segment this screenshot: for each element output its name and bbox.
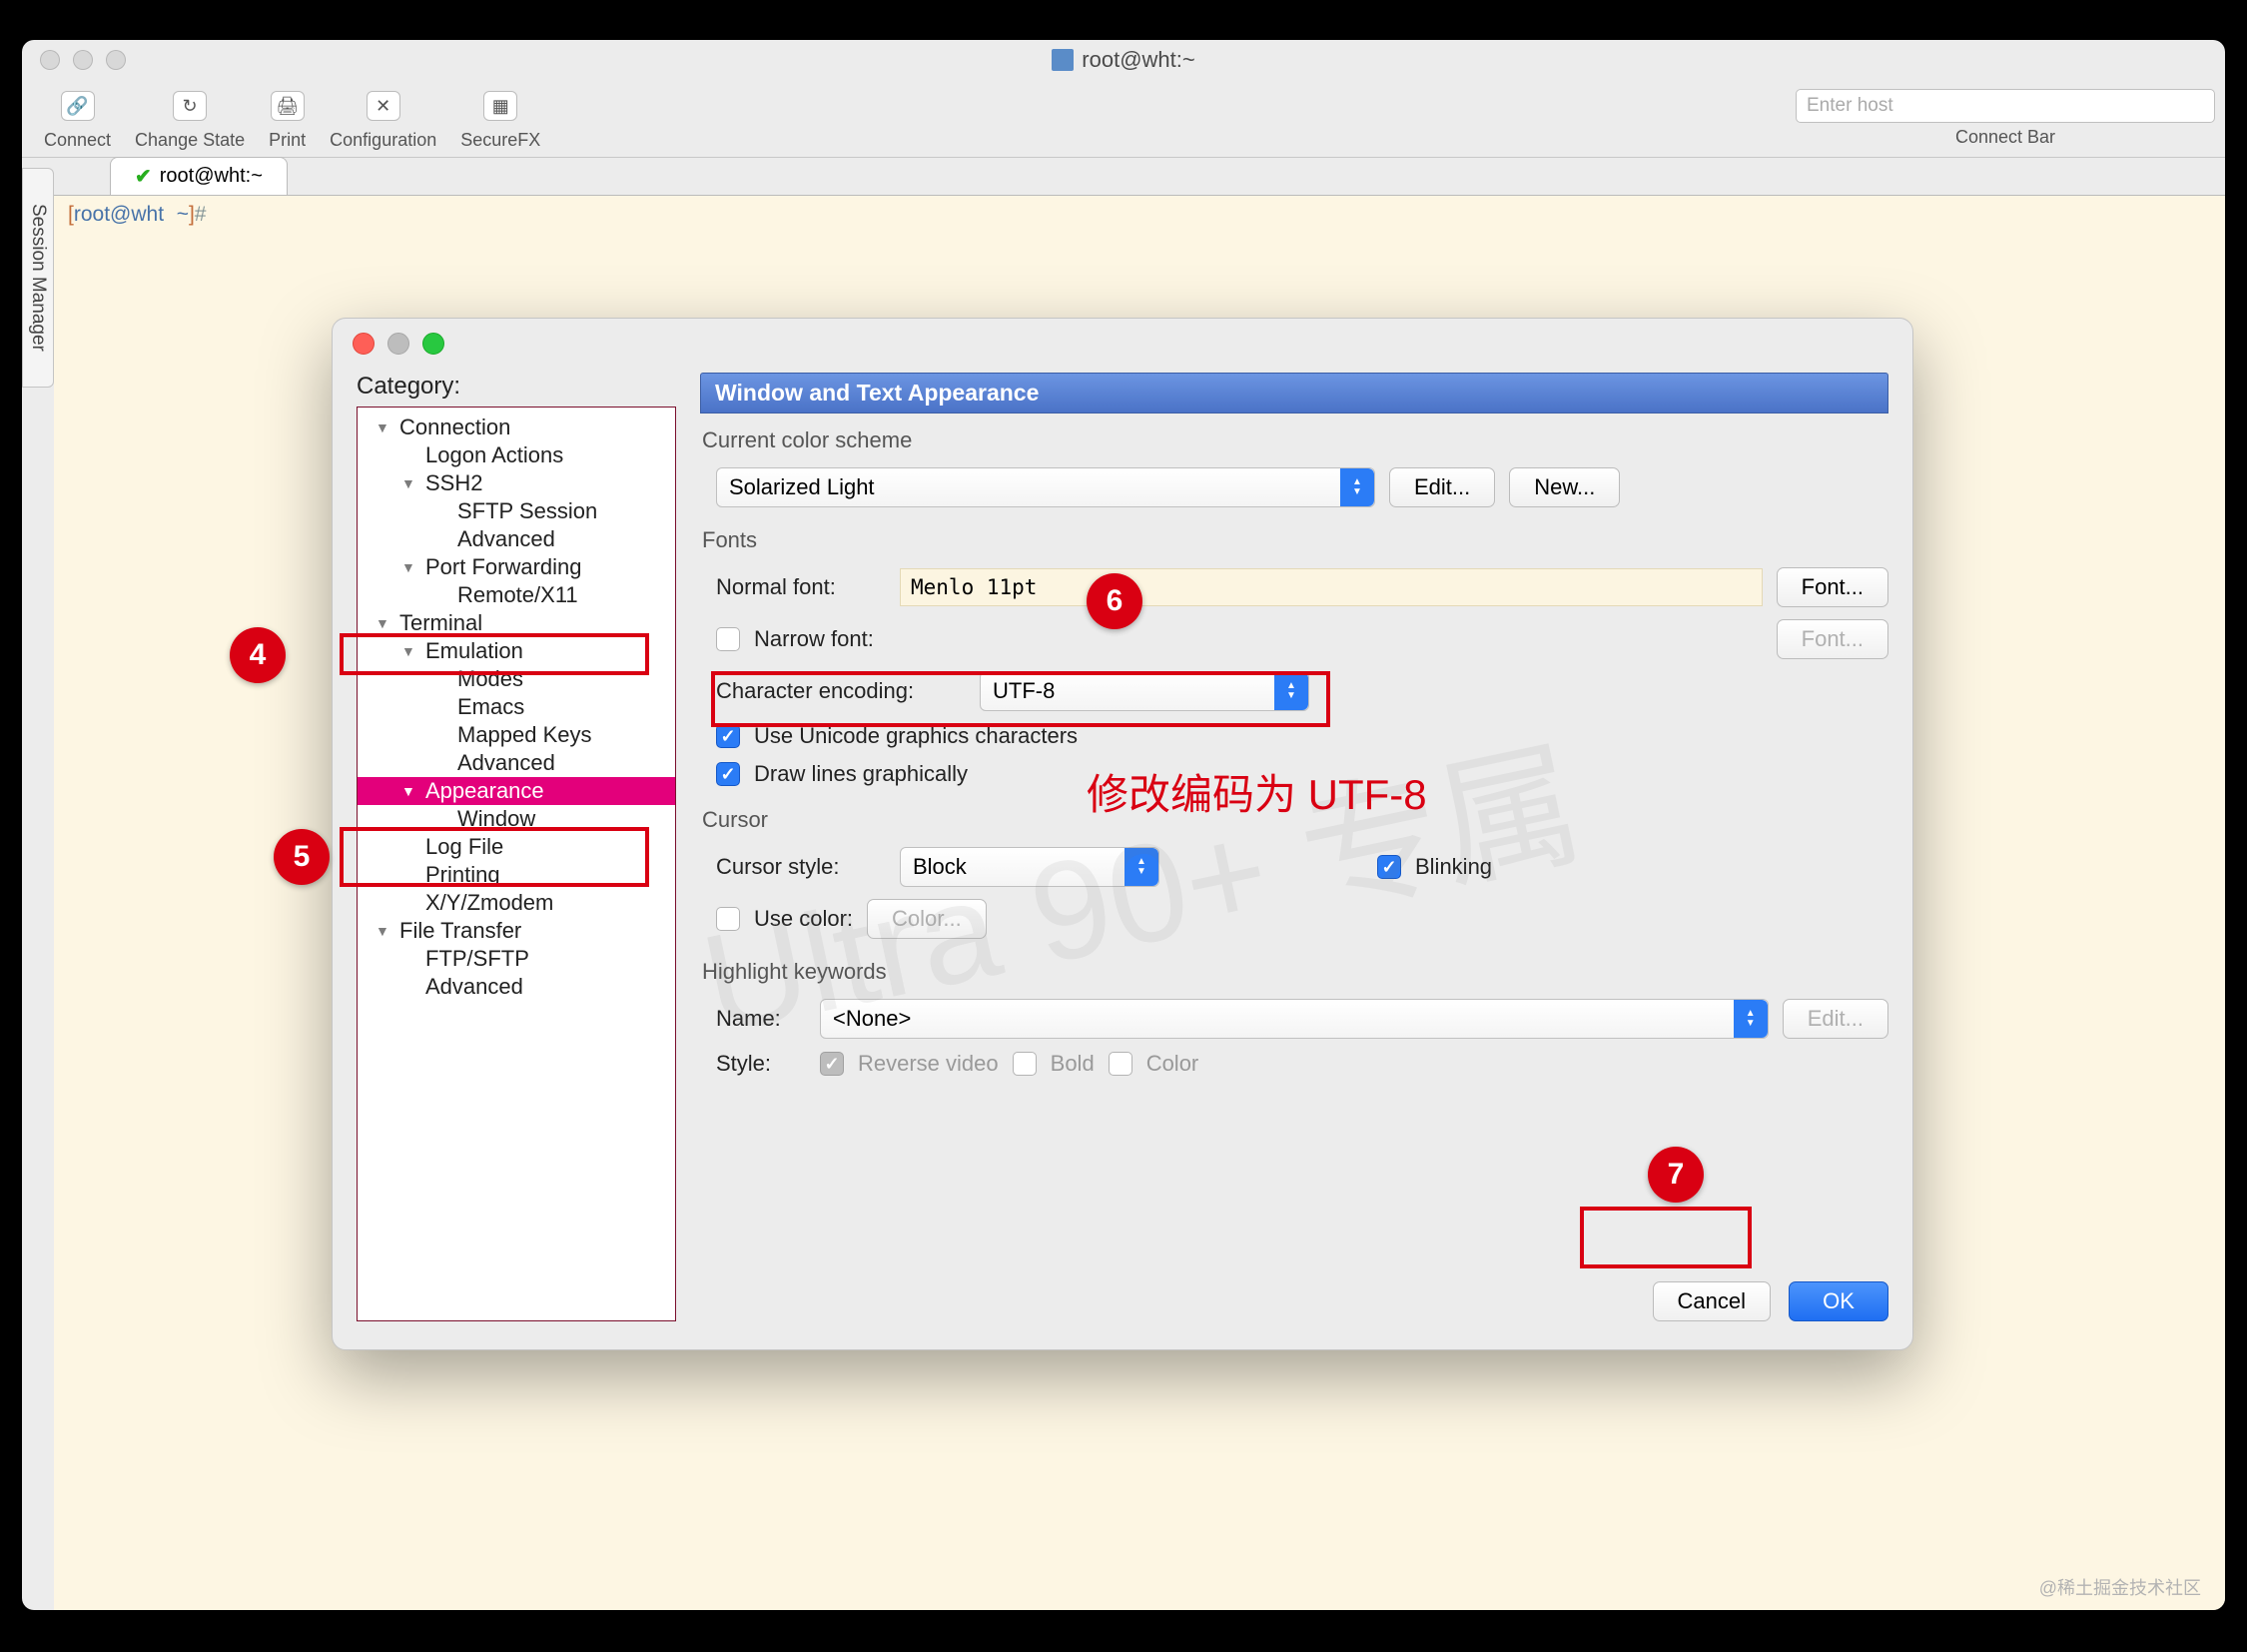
tree-emacs[interactable]: Emacs — [358, 693, 675, 721]
hl-style-label: Style: — [716, 1051, 806, 1077]
highlight-name-select[interactable]: <None> — [820, 999, 1769, 1039]
red-box-ok — [1580, 1207, 1752, 1268]
tree-sftp-session[interactable]: SFTP Session — [358, 497, 675, 525]
bold-checkbox — [1013, 1052, 1037, 1076]
use-color-label: Use color: — [754, 906, 853, 932]
cursor-style-select[interactable]: Block — [900, 847, 1159, 887]
tree-mapped-keys[interactable]: Mapped Keys — [358, 721, 675, 749]
connect-bar: Enter host Connect Bar — [1796, 89, 2215, 148]
tree-advanced-2[interactable]: Advanced — [358, 749, 675, 777]
reverse-video-checkbox — [820, 1052, 844, 1076]
host-input[interactable]: Enter host — [1796, 89, 2215, 123]
red-box-encoding — [711, 671, 1330, 727]
tree-logon-actions[interactable]: Logon Actions — [358, 441, 675, 469]
securefx-icon: ▦ — [483, 91, 517, 121]
tools-icon: ✕ — [367, 91, 400, 121]
window-title: root@wht:~ — [22, 47, 2225, 73]
check-icon: ✔ — [135, 164, 152, 189]
settings-right-pane: Window and Text Appearance Current color… — [676, 373, 1888, 1321]
main-titlebar: root@wht:~ — [22, 40, 2225, 80]
normal-font-label: Normal font: — [716, 574, 886, 600]
tree-appearance[interactable]: ▼Appearance — [358, 777, 675, 805]
use-color-checkbox[interactable] — [716, 907, 740, 931]
cursor-color-button: Color... — [867, 899, 987, 939]
print-button[interactable]: 🖨 Print — [257, 86, 318, 151]
tree-connection[interactable]: ▼Connection — [358, 413, 675, 441]
printer-icon: 🖨 — [271, 91, 305, 121]
tree-advanced-1[interactable]: Advanced — [358, 525, 675, 553]
edit-scheme-button[interactable]: Edit... — [1389, 467, 1495, 507]
zoom-icon[interactable] — [422, 333, 444, 355]
tree-ssh2[interactable]: ▼SSH2 — [358, 469, 675, 497]
securefx-button[interactable]: ▦ SecureFX — [448, 86, 552, 151]
pane-title: Window and Text Appearance — [700, 373, 1888, 413]
connect-button[interactable]: 🔗 Connect — [32, 86, 123, 151]
session-manager-tab[interactable]: Session Manager — [22, 168, 54, 388]
new-scheme-button[interactable]: New... — [1509, 467, 1620, 507]
chevron-icon — [1124, 848, 1158, 886]
tab-row: ✔ root@wht:~ — [54, 158, 2225, 196]
tree-advanced-3[interactable]: Advanced — [358, 973, 675, 1001]
chevron-icon — [1340, 468, 1374, 506]
annotation-5: 5 — [274, 829, 330, 885]
refresh-icon: ↻ — [173, 91, 207, 121]
annotation-4: 4 — [230, 627, 286, 683]
tree-ftp-sftp[interactable]: FTP/SFTP — [358, 945, 675, 973]
narrow-font-button: Font... — [1777, 619, 1888, 659]
session-tab[interactable]: ✔ root@wht:~ — [110, 157, 288, 195]
footer-buttons: Cancel OK — [1653, 1281, 1888, 1321]
red-box-terminal — [340, 633, 649, 675]
app-icon — [1052, 49, 1074, 71]
unicode-graphics-checkbox[interactable] — [716, 724, 740, 748]
color-checkbox — [1109, 1052, 1132, 1076]
hl-name-label: Name: — [716, 1006, 806, 1032]
credit-text: @稀土掘金技术社区 — [2039, 1574, 2201, 1600]
tree-remote-x11[interactable]: Remote/X11 — [358, 581, 675, 609]
annotation-6: 6 — [1087, 573, 1142, 629]
draw-lines-label: Draw lines graphically — [754, 761, 968, 787]
minimize-icon[interactable] — [387, 333, 409, 355]
cancel-button[interactable]: Cancel — [1653, 1281, 1771, 1321]
section-highlight: Highlight keywords — [702, 959, 1888, 985]
main-window: root@wht:~ 🔗 Connect ↻ Change State 🖨 Pr… — [22, 40, 2225, 1610]
toolbar: 🔗 Connect ↻ Change State 🖨 Print ✕ Confi… — [22, 80, 2225, 158]
window-title-text: root@wht:~ — [1082, 47, 1194, 73]
section-fonts: Fonts — [702, 527, 1888, 553]
draw-lines-checkbox[interactable] — [716, 762, 740, 786]
annotation-text: 修改编码为 UTF-8 — [1087, 761, 1427, 822]
annotation-7: 7 — [1648, 1147, 1704, 1203]
settings-titlebar — [333, 319, 1912, 369]
cursor-style-label: Cursor style: — [716, 854, 886, 880]
configuration-button[interactable]: ✕ Configuration — [318, 86, 448, 151]
narrow-font-checkbox[interactable] — [716, 627, 740, 651]
color-scheme-select[interactable]: Solarized Light — [716, 467, 1375, 507]
ok-button[interactable]: OK — [1789, 1281, 1888, 1321]
section-color-scheme: Current color scheme — [702, 427, 1888, 453]
close-icon[interactable] — [353, 333, 374, 355]
blinking-label: Blinking — [1415, 854, 1492, 880]
blinking-checkbox[interactable] — [1377, 855, 1401, 879]
chevron-icon — [1734, 1000, 1768, 1038]
tree-xyzmodem[interactable]: X/Y/Zmodem — [358, 889, 675, 917]
narrow-font-label: Narrow font: — [754, 626, 874, 652]
normal-font-button[interactable]: Font... — [1777, 567, 1888, 607]
category-label: Category: — [357, 373, 676, 401]
settings-traffic-lights[interactable] — [353, 333, 444, 355]
normal-font-value: Menlo 11pt — [900, 568, 1763, 606]
red-box-appearance — [340, 827, 649, 887]
highlight-edit-button[interactable]: Edit... — [1783, 999, 1888, 1039]
change-state-button[interactable]: ↻ Change State — [123, 86, 257, 151]
tree-file-transfer[interactable]: ▼File Transfer — [358, 917, 675, 945]
link-icon: 🔗 — [61, 91, 95, 121]
tree-port-forwarding[interactable]: ▼Port Forwarding — [358, 553, 675, 581]
